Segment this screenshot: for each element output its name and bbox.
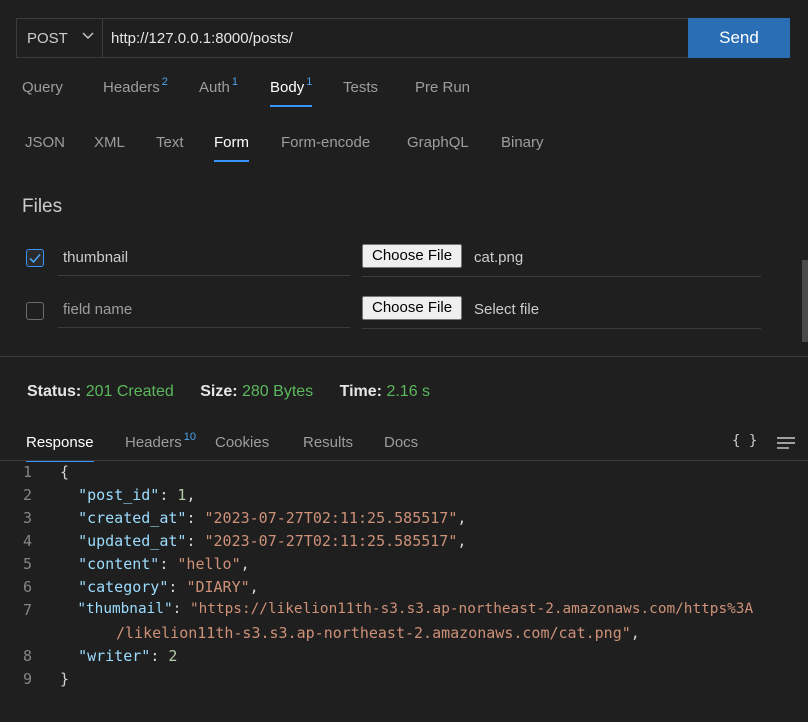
menu-lines-icon[interactable] <box>777 437 795 449</box>
tab-label: Auth <box>199 79 230 96</box>
line-number: 8 <box>22 647 32 665</box>
tab-label: Pre Run <box>415 79 471 96</box>
choose-file-button[interactable]: Choose File <box>362 244 463 268</box>
tab-headers[interactable]: Headers 2 <box>103 72 168 104</box>
method-label: POST <box>27 29 68 47</box>
tab-label: Body <box>270 79 305 96</box>
code-line-wrap: /likelion11th-s3.s3.ap-northeast-2.amazo… <box>116 624 640 642</box>
json-brace: { <box>60 463 70 481</box>
body-tab-text[interactable]: Text <box>156 127 184 159</box>
line-number: 2 <box>22 486 32 504</box>
line-number: 1 <box>22 463 32 481</box>
json-value: "2023-07-27T02:11:25.585517" <box>204 532 458 550</box>
file-input: Choose File Select file <box>362 292 761 329</box>
scrollbar-thumb[interactable] <box>802 260 808 342</box>
json-value: "https://likelion11th-s3.s3.ap-northeast… <box>189 601 754 617</box>
tab-badge: 10 <box>183 431 196 443</box>
time-label: Time: <box>339 383 382 400</box>
json-key: "thumbnail" <box>77 601 173 617</box>
selected-file-name: Select file <box>474 301 540 318</box>
field-name-input[interactable]: thumbnail <box>58 240 350 276</box>
file-row: thumbnail Choose File cat.png <box>0 240 808 284</box>
tab-badge: 1 <box>231 76 238 88</box>
json-brace: } <box>60 670 70 688</box>
tab-auth[interactable]: Auth 1 <box>199 72 238 104</box>
json-value: 2 <box>168 647 178 665</box>
time-value: 2.16 s <box>386 383 431 400</box>
line-number: 5 <box>22 555 32 573</box>
body-tab-graphql[interactable]: GraphQL <box>407 127 469 159</box>
files-title: Files <box>22 196 63 217</box>
response-divider <box>0 460 808 461</box>
json-key: "updated_at" <box>78 532 187 550</box>
body-tab-form-encode[interactable]: Form-encode <box>281 127 370 159</box>
tab-cookies[interactable]: Cookies <box>215 427 269 459</box>
tab-label: Headers <box>125 434 182 451</box>
row-checkbox[interactable] <box>26 302 44 320</box>
tab-pre-run[interactable]: Pre Run <box>415 72 470 104</box>
size-label: Size: <box>200 383 238 400</box>
body-tab-json[interactable]: JSON <box>25 127 65 159</box>
choose-file-button[interactable]: Choose File <box>362 296 463 320</box>
json-key: "writer" <box>78 647 151 665</box>
row-checkbox[interactable] <box>26 249 44 267</box>
code-line: "thumbnail": "https://likelion11th-s3.s3… <box>77 601 754 617</box>
code-line: "category": "DIARY", <box>78 578 259 596</box>
file-input: Choose File cat.png <box>362 240 761 277</box>
tab-response-headers[interactable]: Headers 10 <box>125 427 196 459</box>
tab-label: Query <box>22 79 63 96</box>
method-select[interactable]: POST <box>17 19 103 57</box>
json-value: /likelion11th-s3.s3.ap-northeast-2.amazo… <box>116 624 631 642</box>
file-row: field name Choose File Select file <box>0 292 808 336</box>
selected-file-name: cat.png <box>474 249 524 266</box>
code-line: "writer": 2 <box>78 647 178 665</box>
tab-docs[interactable]: Docs <box>384 427 418 459</box>
line-number: 7 <box>22 601 32 619</box>
tab-tests[interactable]: Tests <box>343 72 378 104</box>
code-line: { <box>60 463 69 481</box>
tab-results[interactable]: Results <box>303 427 353 459</box>
json-value: "DIARY" <box>186 578 250 596</box>
size-value: 280 Bytes <box>242 383 314 400</box>
json-key: "category" <box>78 578 169 596</box>
code-line: "created_at": "2023-07-27T02:11:25.58551… <box>78 509 467 527</box>
send-button[interactable]: Send <box>688 18 790 58</box>
line-number: 3 <box>22 509 32 527</box>
line-number: 6 <box>22 578 32 596</box>
body-tab-form[interactable]: Form <box>214 127 249 162</box>
json-value: "2023-07-27T02:11:25.585517" <box>204 509 458 527</box>
json-value: "hello" <box>177 555 241 573</box>
line-number: 4 <box>22 532 32 550</box>
tab-label: Headers <box>103 79 160 96</box>
status-value: 201 Created <box>85 383 174 400</box>
check-icon <box>29 253 41 264</box>
tab-query[interactable]: Query <box>22 72 63 104</box>
code-line: "post_id": 1, <box>78 486 196 504</box>
format-json-button[interactable]: { } <box>732 433 757 449</box>
line-number: 9 <box>22 670 32 688</box>
field-name-input[interactable]: field name <box>58 292 350 328</box>
code-line: } <box>60 670 69 688</box>
tab-body[interactable]: Body 1 <box>270 72 313 107</box>
body-tab-xml[interactable]: XML <box>94 127 125 159</box>
json-key: "created_at" <box>78 509 187 527</box>
url-input[interactable]: http://127.0.0.1:8000/posts/ <box>103 19 688 57</box>
chevron-down-icon <box>82 32 94 39</box>
tab-label: Tests <box>343 79 379 96</box>
request-tabs: Query Headers 2 Auth 1 Body 1 Tests Pre Run <box>0 72 808 107</box>
panel-divider[interactable] <box>0 356 808 357</box>
json-value: 1 <box>177 486 187 504</box>
response-status: Status: 201 Created Size: 280 Bytes Time… <box>27 383 452 401</box>
tab-badge: 2 <box>161 76 168 88</box>
json-key: "post_id" <box>78 486 160 504</box>
tab-response[interactable]: Response <box>26 427 94 462</box>
code-line: "content": "hello", <box>78 555 250 573</box>
url-bar: POST http://127.0.0.1:8000/posts/ Send <box>16 18 790 58</box>
json-key: "content" <box>78 555 160 573</box>
code-line: "updated_at": "2023-07-27T02:11:25.58551… <box>78 532 467 550</box>
body-tab-binary[interactable]: Binary <box>501 127 544 159</box>
status-label: Status: <box>27 383 82 400</box>
tab-badge: 1 <box>306 76 313 88</box>
